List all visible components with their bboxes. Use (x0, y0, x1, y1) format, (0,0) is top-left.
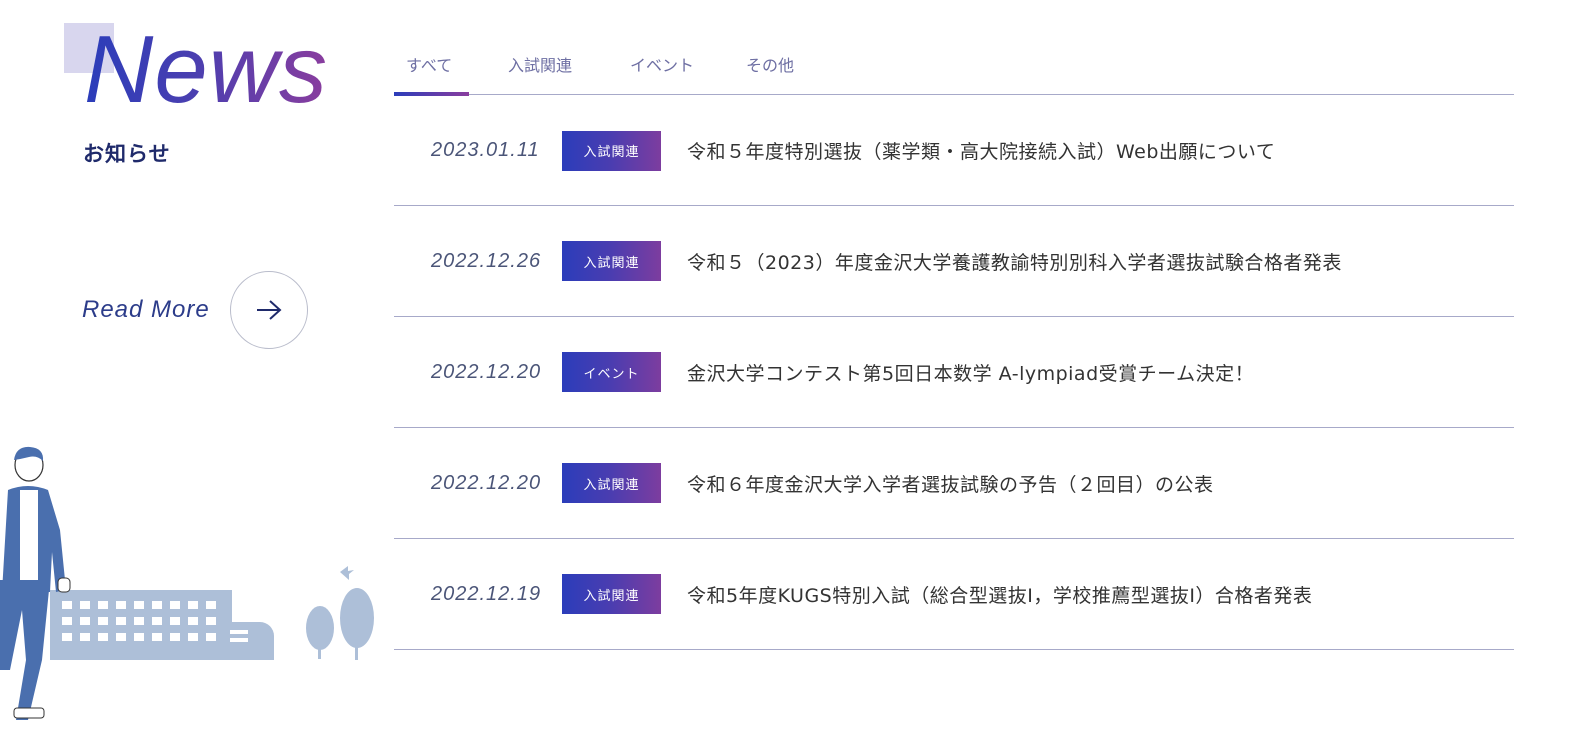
campus-illustration (0, 446, 374, 720)
read-more-circle[interactable] (229, 271, 308, 349)
news-date: 2022.12.26 (431, 249, 542, 272)
bird-icon (340, 566, 354, 580)
building-icon (50, 590, 274, 660)
news-date: 2023.01.11 (431, 139, 540, 161)
person-icon (0, 446, 71, 720)
news-title-link[interactable]: 金沢大学コンテスト第5回日本数学 A-lympiad受賞チーム決定！ (687, 359, 1254, 386)
category-badge: 入試関連 (562, 463, 661, 503)
tab-events[interactable]: イベント (630, 40, 746, 95)
category-tabs: すべて 入試関連 イベント その他 (394, 40, 1514, 96)
news-date: 2022.12.20 (431, 471, 542, 494)
page-subtitle: お知らせ (83, 142, 171, 166)
news-date: 2022.12.20 (431, 360, 542, 383)
news-list: 2023.01.11 入試関連 令和５年度特別選抜（薬学類・高大院接続入試）We… (394, 96, 1514, 650)
tab-admissions[interactable]: 入試関連 (506, 40, 630, 95)
category-badge: 入試関連 (562, 574, 661, 614)
news-item[interactable]: 2022.12.20 入試関連 令和６年度金沢大学入学者選抜試験の予告（２回目）… (394, 428, 1514, 539)
news-title-link[interactable]: 令和５（2023）年度金沢大学養護教諭特別別科入学者選抜試験合格者発表 (687, 248, 1342, 275)
read-more-label: Read More (82, 296, 210, 323)
tab-all[interactable]: すべて (394, 40, 506, 96)
news-item[interactable]: 2022.12.19 入試関連 令和5年度KUGS特別入試（総合型選抜Ⅰ，学校推… (394, 539, 1514, 650)
news-date: 2022.12.19 (431, 582, 542, 605)
news-title-link[interactable]: 令和６年度金沢大学入学者選抜試験の予告（２回目）の公表 (687, 470, 1214, 497)
category-badge: 入試関連 (562, 130, 661, 171)
tree-icon (306, 588, 374, 660)
arrow-right-icon (256, 300, 282, 320)
news-item[interactable]: 2023.01.11 入試関連 令和５年度特別選抜（薬学類・高大院接続入試）We… (394, 96, 1514, 206)
read-more-button[interactable]: Read More (82, 271, 308, 349)
news-title-link[interactable]: 令和5年度KUGS特別入試（総合型選抜Ⅰ，学校推薦型選抜Ⅰ）合格者発表 (687, 581, 1312, 608)
news-title-link[interactable]: 令和５年度特別選抜（薬学類・高大院接続入試）Web出願について (687, 137, 1275, 164)
page-title: News (84, 16, 329, 123)
category-badge: 入試関連 (562, 241, 661, 281)
news-item[interactable]: 2022.12.26 入試関連 令和５（2023）年度金沢大学養護教諭特別別科入… (394, 206, 1514, 317)
tab-other[interactable]: その他 (746, 40, 846, 95)
category-badge: イベント (562, 352, 661, 392)
news-item[interactable]: 2022.12.20 イベント 金沢大学コンテスト第5回日本数学 A-lympi… (394, 317, 1514, 428)
